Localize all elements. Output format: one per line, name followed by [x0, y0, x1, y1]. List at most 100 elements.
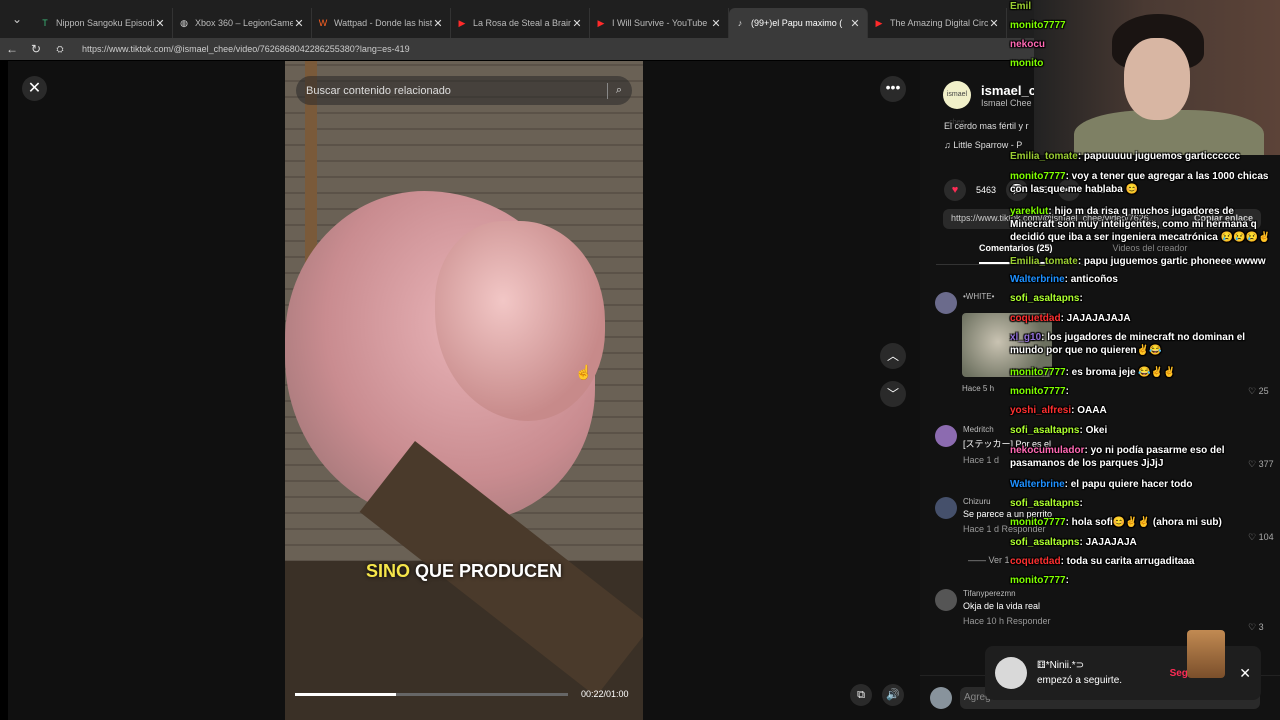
- tab-list-chevron-icon[interactable]: ⌄: [0, 0, 34, 38]
- floating-player-icon: ⧉: [857, 689, 865, 701]
- tab-title: I Will Survive - YouTube: [612, 18, 708, 28]
- chat-username[interactable]: sofi_asaltapns: [1010, 293, 1079, 304]
- chat-username[interactable]: coquetdad: [1010, 313, 1061, 324]
- tab-title: La Rosa de Steal a Brainrot: [473, 18, 571, 28]
- chat-username[interactable]: nekocumulador: [1010, 445, 1084, 456]
- chat-username[interactable]: nekocu: [1010, 39, 1045, 50]
- commenter-avatar[interactable]: [935, 589, 957, 611]
- chat-message: nekocu: [1010, 38, 1280, 51]
- related-search-bar[interactable]: Buscar contenido relacionado ⌕: [296, 76, 632, 105]
- chat-username[interactable]: Emil: [1010, 1, 1031, 12]
- chat-username[interactable]: Walterbrine: [1010, 479, 1065, 490]
- commenter-avatar[interactable]: [935, 292, 957, 314]
- chat-username[interactable]: monito7777: [1010, 386, 1066, 397]
- close-tab-icon[interactable]: ✕: [710, 17, 722, 30]
- chat-message: monito7777: [1010, 19, 1280, 32]
- chat-message: sofi_asaltapns: Okei: [1010, 424, 1280, 437]
- chat-username[interactable]: yareklut: [1010, 206, 1048, 217]
- author-avatar[interactable]: ismael chee: [943, 81, 971, 126]
- chat-username[interactable]: sofi_asaltapns: [1010, 537, 1079, 548]
- tab-1[interactable]: ◍ Xbox 360 – LegionGamesGo✕: [173, 8, 312, 38]
- close-tab-icon[interactable]: ✕: [849, 17, 861, 30]
- chat-username[interactable]: Emilia_tomate: [1010, 151, 1078, 162]
- tab-4[interactable]: ▶ I Will Survive - YouTube ✕: [590, 8, 729, 38]
- video-player[interactable]: [285, 61, 643, 720]
- chat-text: :: [1065, 575, 1069, 586]
- comment-likes: 3: [1258, 622, 1264, 632]
- chat-username[interactable]: coquetdad: [1010, 556, 1061, 567]
- mouse-cursor-icon: ☝: [575, 364, 593, 380]
- youtube-icon: ▶: [458, 18, 466, 28]
- comment-text: Okja de la vida real: [963, 601, 1041, 611]
- close-tab-icon[interactable]: ✕: [988, 17, 1000, 30]
- volume-button[interactable]: 🔊: [882, 684, 904, 706]
- related-search-input[interactable]: Buscar contenido relacionado: [306, 85, 607, 97]
- close-tab-icon[interactable]: ✕: [432, 17, 444, 30]
- chat-username[interactable]: sofi_asaltapns: [1010, 498, 1079, 509]
- video-progress-bar[interactable]: [295, 693, 568, 696]
- tiktok-icon: ♪: [737, 18, 743, 28]
- chat-username[interactable]: xl_g10: [1010, 332, 1041, 343]
- search-icon[interactable]: ⌕: [616, 84, 622, 97]
- like-count: 5463: [976, 185, 997, 195]
- commenter-avatar[interactable]: [935, 497, 957, 519]
- chat-username[interactable]: Emilia_tomate: [1010, 256, 1078, 267]
- chat-message: sofi_asaltapns: JAJAJAJA: [1010, 536, 1280, 549]
- video-progress-fill: [295, 693, 396, 696]
- site-info-icon[interactable]: ⛭: [48, 44, 72, 55]
- chat-message: coquetdad: toda su carita arrugaditaaa: [1010, 555, 1280, 568]
- close-video-button[interactable]: ✕: [22, 76, 47, 101]
- chat-username[interactable]: Walterbrine: [1010, 274, 1065, 285]
- close-toast-icon[interactable]: ✕: [1239, 665, 1251, 682]
- volume-icon: 🔊: [886, 689, 900, 701]
- more-options-button[interactable]: •••: [880, 76, 906, 102]
- tab-title: Nippon Sangoku Episodio 1: [56, 18, 154, 28]
- stream-chat-overlay: Emil monito7777 nekocu monito Emilia_tomate:…: [1010, 0, 1280, 600]
- emote-sticker-image: [1187, 630, 1225, 678]
- chat-username[interactable]: monito7777: [1010, 575, 1066, 586]
- chat-message: monito7777: voy a tener que agregar a la…: [1010, 170, 1280, 196]
- chat-username[interactable]: yoshi_alfresi: [1010, 405, 1071, 416]
- chat-text: : hijo m da risa q muchos jugadores de M…: [1010, 206, 1271, 243]
- tab-3[interactable]: ▶ La Rosa de Steal a Brainrot✕: [451, 8, 590, 38]
- commenter-name[interactable]: •WHITE•: [963, 292, 994, 301]
- tab-title: Wattpad - Donde las histori: [334, 18, 432, 28]
- chat-username[interactable]: monito: [1010, 58, 1043, 69]
- chat-message: nekocumulador: yo ni podía pasarme eso d…: [1010, 444, 1280, 470]
- tab-5[interactable]: ♪ (99+)el Papu maximo (✕: [729, 8, 868, 38]
- chat-username[interactable]: monito7777: [1010, 517, 1066, 528]
- chat-username[interactable]: monito7777: [1010, 367, 1066, 378]
- chat-text: : es broma jeje 😂✌✌: [1065, 367, 1176, 378]
- chat-text: : toda su carita arrugaditaaa: [1060, 556, 1195, 567]
- chat-username[interactable]: sofi_asaltapns: [1010, 425, 1079, 436]
- chat-username[interactable]: monito7777: [1010, 20, 1066, 31]
- follower-name[interactable]: ⚅*Ninii.*⊃: [1037, 660, 1170, 671]
- follow-text: empezó a seguirte.: [1037, 675, 1123, 686]
- comment-meta-row: Hace 5 h: [962, 384, 994, 393]
- tab-2[interactable]: W Wattpad - Donde las histori ✕: [312, 8, 451, 38]
- url-text[interactable]: https://www.tiktok.com/@ismael_chee/vide…: [82, 44, 410, 54]
- chat-message: Walterbrine: anticoños: [1010, 273, 1280, 286]
- chat-message: yareklut: hijo m da risa q muchos jugado…: [1010, 205, 1280, 244]
- previous-video-button[interactable]: ︿: [880, 343, 906, 369]
- close-tab-icon[interactable]: ✕: [154, 17, 166, 30]
- back-arrow-icon[interactable]: ←: [0, 42, 24, 56]
- chat-text: : anticoños: [1064, 274, 1118, 285]
- follower-avatar[interactable]: [995, 657, 1027, 689]
- chat-text: : los jugadores de minecraft no dominan …: [1010, 332, 1246, 356]
- next-video-button[interactable]: ﹀: [880, 381, 906, 407]
- commenter-avatar[interactable]: [935, 425, 957, 447]
- tab-0[interactable]: T Nippon Sangoku Episodio 1✕: [34, 8, 173, 38]
- t-icon: T: [42, 18, 48, 28]
- close-tab-icon[interactable]: ✕: [571, 17, 583, 30]
- chat-username[interactable]: monito7777: [1010, 171, 1066, 182]
- current-user-avatar: [930, 687, 952, 709]
- reload-icon[interactable]: ↻: [24, 42, 48, 56]
- chat-message: monito7777: hola sofi😊✌✌ (ahora mi sub): [1010, 516, 1280, 529]
- close-tab-icon[interactable]: ✕: [293, 17, 305, 30]
- chat-text: : JAJAJAJAJA: [1060, 313, 1131, 324]
- comment-like-count[interactable]: ♡ 3: [1248, 622, 1264, 633]
- tab-6[interactable]: ▶ The Amazing Digital Circus ✕: [868, 8, 1007, 38]
- like-heart-icon[interactable]: ♥: [944, 179, 966, 201]
- floating-player-button[interactable]: ⧉: [850, 684, 872, 706]
